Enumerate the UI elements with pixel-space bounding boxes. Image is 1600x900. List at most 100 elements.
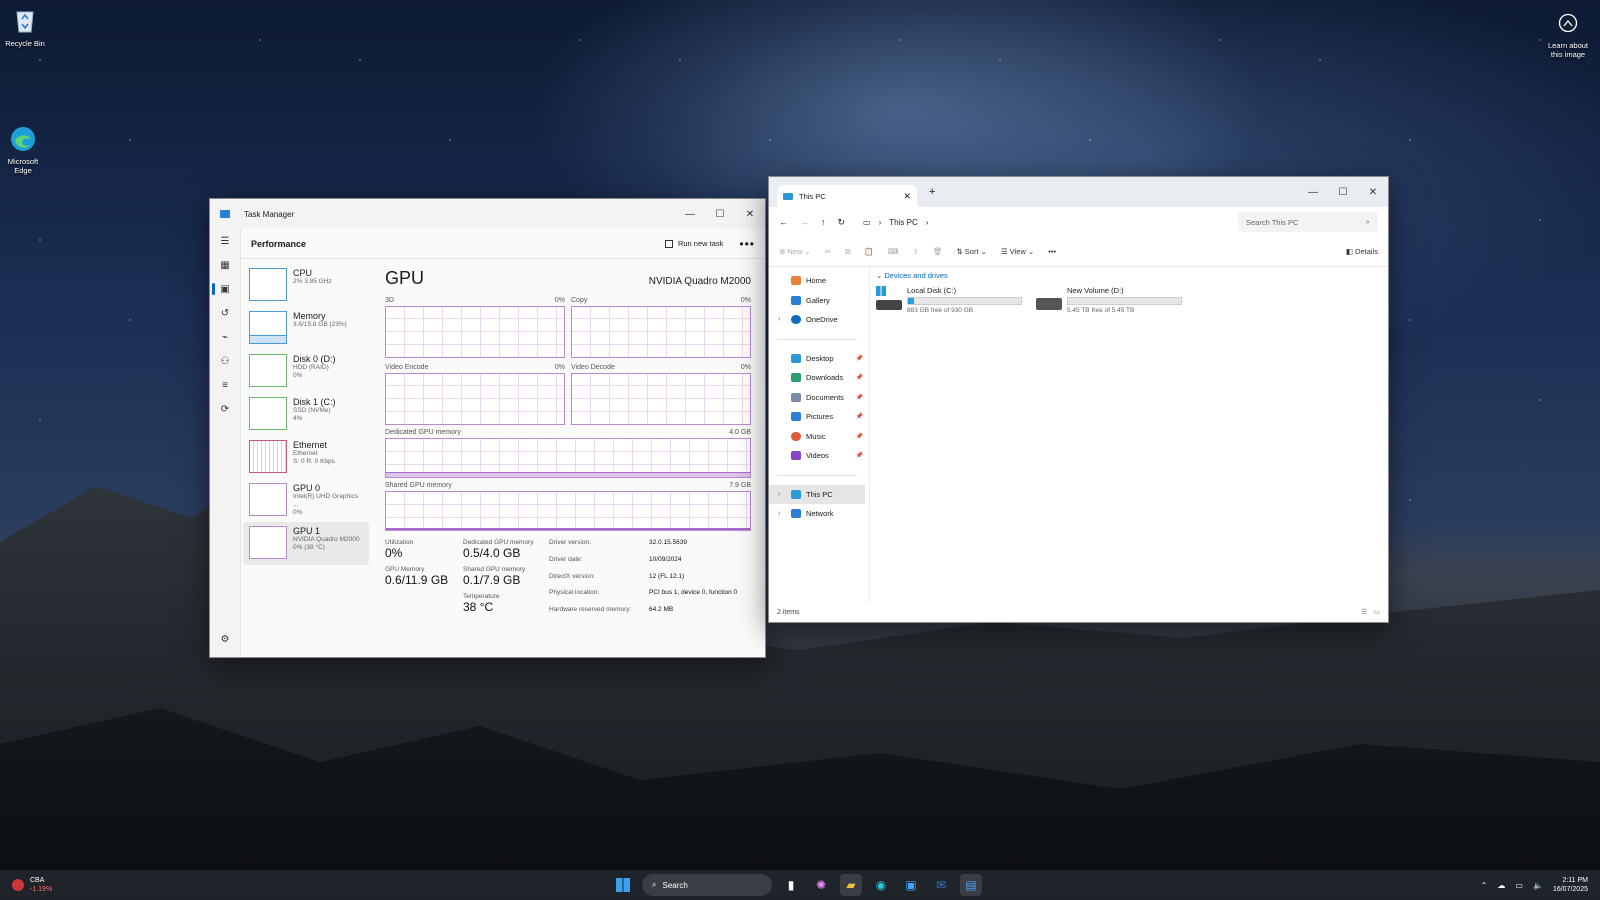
document-icon [791,392,801,402]
learn-about-image[interactable]: Learn about this image [1542,8,1594,59]
minimize-button[interactable]: — [1298,177,1328,207]
details-pane-button[interactable]: ◧ Details [1346,247,1378,256]
chevron-right-icon[interactable]: › [778,510,780,517]
chevron-right-icon[interactable]: › [778,491,780,498]
outlook-icon[interactable]: ✉ [930,874,952,896]
chevron-right-icon[interactable]: › [778,316,780,323]
address-bar[interactable]: ▭ › This PC › [857,212,1226,232]
nav-item-this-pc[interactable]: › This PC [769,484,865,504]
copy-icon[interactable]: ⧉ [845,247,850,257]
rename-icon[interactable]: ⌨ [888,247,899,256]
paste-icon[interactable]: 📋 [864,247,873,256]
drive-new-volume-d[interactable]: New Volume (D:) 5.45 TB free of 5.45 TB [1036,286,1186,314]
nav-item-desktop[interactable]: Desktop 📌 [769,349,865,369]
resource-item-ethernet[interactable]: Ethernet Ethernet S: 0 R: 0 Kbps [243,436,369,479]
nav-item-pictures[interactable]: Pictures 📌 [769,407,865,427]
resource-name: GPU 0 [293,483,321,493]
search-input[interactable]: Search This PC ⌕ [1238,212,1378,232]
chevron-up-icon[interactable]: ⌃ [1481,881,1488,890]
resource-sub: Intel(R) UHD Graphics ... [293,493,359,508]
nav-item-network[interactable]: › Network [769,504,865,524]
desktop-icon-edge[interactable]: Microsoft Edge [0,124,48,175]
resource-item-disk-0[interactable]: Disk 0 (D:) HDD (RAID) 0% [243,350,369,393]
maximize-button[interactable]: ☐ [1328,177,1358,207]
details-label: Details [1355,247,1378,256]
drive-name: New Volume (D:) [1067,286,1124,295]
details-icon[interactable]: ≡ [210,373,240,397]
details-view-icon[interactable]: ☰ [1361,608,1367,616]
resource-item-memory[interactable]: Memory 3.6/15.8 GB (23%) [243,307,369,350]
graph-video-encode[interactable]: Video Encode 0% [385,364,565,425]
taskbar-search[interactable]: ⌕ Search [642,874,772,896]
store-icon[interactable]: ▣ [900,874,922,896]
close-button[interactable]: ✕ [1358,177,1388,207]
nav-item-documents[interactable]: Documents 📌 [769,388,865,408]
volume-icon[interactable]: 🔈 [1533,881,1543,890]
stock-widget[interactable]: CBA -1.19% [12,876,52,894]
close-tab-icon[interactable]: ✕ [903,191,911,202]
performance-icon[interactable]: ▣ [210,277,240,301]
sort-button[interactable]: ⇅ Sort ⌄ [956,247,987,256]
nav-item-downloads[interactable]: Downloads 📌 [769,368,865,388]
resource-item-disk-1[interactable]: Disk 1 (C:) SSD (NVMe) 4% [243,393,369,436]
task-manager-icon[interactable]: ▤ [960,874,982,896]
nav-item-videos[interactable]: Videos 📌 [769,446,865,466]
breadcrumb[interactable]: This PC [889,218,917,227]
graph-video-decode[interactable]: Video Decode 0% [571,364,751,425]
run-new-task-button[interactable]: Run new task [664,239,723,248]
more-options-button[interactable]: ••• [1048,247,1056,256]
drive-local-disk-c[interactable]: Local Disk (C:) 883 GB free of 930 GB [876,286,1026,314]
resource-item-gpu-1[interactable]: GPU 1 NVIDIA Quadro M2000 0% (38 °C) [243,522,369,565]
windows-drive-icon [876,286,902,310]
up-arrow-icon[interactable]: ↑ [821,217,826,227]
network-icon[interactable]: ▭ [1515,881,1523,890]
back-arrow-icon[interactable]: ← [779,217,788,227]
processes-icon[interactable]: ▦ [210,253,240,277]
close-button[interactable]: ✕ [735,199,765,229]
task-manager-titlebar[interactable]: Task Manager — ☐ ✕ [210,199,765,229]
copilot-icon[interactable]: ✺ [810,874,832,896]
onedrive-icon[interactable]: ☁ [1497,881,1505,890]
share-icon[interactable]: ⇪ [913,247,919,256]
nav-item-gallery[interactable]: Gallery [769,291,865,311]
minimize-button[interactable]: — [675,199,705,229]
delete-icon[interactable]: 🗑 [933,247,943,256]
resource-item-gpu-0[interactable]: GPU 0 Intel(R) UHD Graphics ... 0% [243,479,369,522]
users-icon[interactable]: ⚇ [210,349,240,373]
nav-item-home[interactable]: Home [769,271,865,291]
cut-icon[interactable]: ✂ [825,247,831,256]
graph-copy[interactable]: Copy 0% [571,297,751,358]
desktop-icon-recycle-bin[interactable]: Recycle Bin [0,6,50,48]
task-view-icon[interactable]: ▮ [780,874,802,896]
tiles-view-icon[interactable]: ▭ [1373,608,1380,616]
nav-item-onedrive[interactable]: › OneDrive [769,310,865,330]
more-options-button[interactable]: ••• [739,237,755,251]
maximize-button[interactable]: ☐ [705,199,735,229]
graph-max: 7.9 GB [729,482,751,489]
memory-thumbnail-graph [249,311,287,344]
new-tab-button[interactable]: + [929,186,935,198]
start-windows-icon[interactable] [612,874,634,896]
recycle-bin-icon [10,6,40,36]
cloud-icon [791,315,801,325]
startup-apps-icon[interactable]: ⌁ [210,325,240,349]
resource-item-cpu[interactable]: CPU 2% 3.85 GHz [243,264,369,307]
refresh-icon[interactable]: ↻ [838,217,846,228]
nav-item-music[interactable]: Music 📌 [769,427,865,447]
app-history-icon[interactable]: ↺ [210,301,240,325]
file-explorer-icon[interactable]: ▰ [840,874,862,896]
dedicated-memory-graph[interactable]: Dedicated GPU memory 4.0 GB [385,429,751,478]
clock[interactable]: 2:11 PM 16/07/2025 [1553,876,1588,894]
edge-icon[interactable]: ◉ [870,874,892,896]
forward-arrow-icon[interactable]: → [800,217,809,227]
settings-gear-icon[interactable]: ⚙ [210,627,240,651]
tab-this-pc[interactable]: This PC ✕ [777,185,917,207]
explorer-titlebar[interactable]: This PC ✕ + — ☐ ✕ [769,177,1388,207]
hamburger-menu-icon[interactable]: ☰ [210,229,240,253]
view-button[interactable]: ☰ View ⌄ [1001,247,1034,256]
section-header[interactable]: ⌄ Devices and drives [876,271,1382,280]
services-icon[interactable]: ⟳ [210,397,240,421]
shared-memory-graph[interactable]: Shared GPU memory 7.9 GB [385,482,751,531]
graph-3d[interactable]: 3D 0% [385,297,565,358]
new-button[interactable]: ⊕ New ⌄ [779,247,811,256]
